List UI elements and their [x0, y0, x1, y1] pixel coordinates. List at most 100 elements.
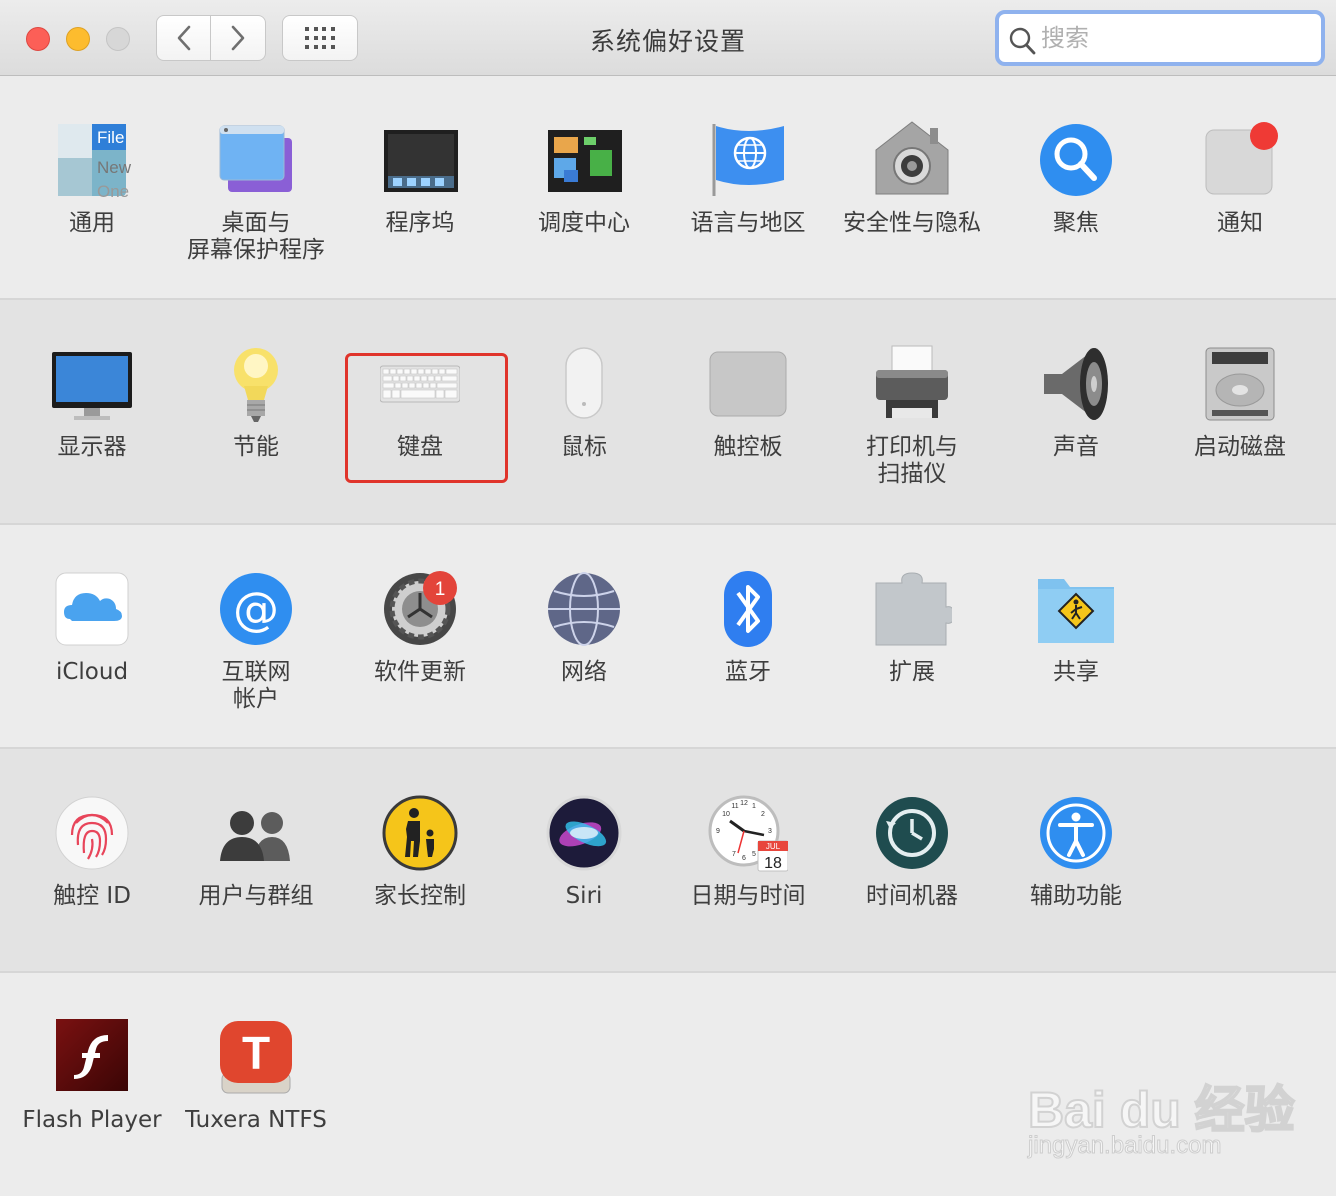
preferences-row-internet: iCloud @ 互联网 帐户 1 软件更新 网络 蓝牙 扩展 共享	[0, 525, 1336, 749]
pane-label: 安全性与隐私	[843, 210, 981, 236]
pane-label: 显示器	[57, 434, 127, 460]
pane-network[interactable]: 网络	[502, 525, 666, 747]
sound-icon	[1044, 348, 1108, 420]
startup-disk-icon	[1205, 347, 1275, 421]
time-machine-icon	[876, 797, 948, 869]
energy-saver-icon	[234, 348, 278, 422]
pane-label: 时间机器	[866, 883, 958, 909]
pane-label: 鼠标	[561, 434, 607, 460]
pane-bluetooth[interactable]: 蓝牙	[666, 525, 830, 747]
svg-text:6: 6	[742, 855, 746, 862]
pane-label: Siri	[565, 883, 603, 909]
pane-energy-saver[interactable]: 节能	[174, 300, 338, 523]
svg-text:9: 9	[716, 828, 720, 835]
pane-sound[interactable]: 声音	[994, 300, 1158, 523]
general-icon: File New One	[58, 124, 132, 200]
pane-icloud[interactable]: iCloud	[10, 525, 174, 747]
preferences-row-other: Flash Player T Tuxera NTFS	[0, 973, 1336, 1196]
pane-desktop-screensaver[interactable]: 桌面与 屏幕保护程序	[174, 76, 338, 298]
users-groups-icon	[220, 811, 290, 861]
pane-label: 语言与地区	[690, 210, 806, 236]
svg-text:11: 11	[731, 803, 738, 810]
pane-mission-control[interactable]: 调度中心	[502, 76, 666, 298]
pane-label: 启动磁盘	[1194, 434, 1286, 460]
accessibility-icon	[1040, 797, 1112, 869]
svg-text:2: 2	[761, 811, 765, 818]
mission-control-icon	[548, 130, 622, 192]
svg-text:File: File	[97, 128, 124, 147]
preferences-row-hardware: 显示器 节能 键盘 鼠标 触控板 打印机与 扫描仪 声音 启动磁盘	[0, 300, 1336, 525]
pane-printers-scanners[interactable]: 打印机与 扫描仪	[830, 300, 994, 523]
siri-icon	[546, 795, 622, 871]
pane-security-privacy[interactable]: 安全性与隐私	[830, 76, 994, 298]
pane-dock[interactable]: 程序坞	[338, 76, 502, 298]
pane-notifications[interactable]: 通知	[1158, 76, 1322, 298]
svg-text:1: 1	[752, 803, 756, 810]
pane-displays[interactable]: 显示器	[10, 300, 174, 523]
dock-icon	[384, 130, 458, 192]
pane-time-machine[interactable]: 时间机器	[830, 749, 994, 971]
flash-player-icon	[56, 1019, 128, 1091]
network-icon	[548, 572, 620, 646]
pane-tuxera-ntfs[interactable]: T Tuxera NTFS	[174, 973, 338, 1196]
spotlight-icon	[1040, 124, 1112, 196]
pane-software-update[interactable]: 1 软件更新	[338, 525, 502, 747]
notifications-icon	[1205, 122, 1278, 195]
pane-label: 家长控制	[374, 883, 466, 909]
pane-extensions[interactable]: 扩展	[830, 525, 994, 747]
pane-language-region[interactable]: 语言与地区	[666, 76, 830, 298]
pane-users-groups[interactable]: 用户与群组	[174, 749, 338, 971]
tuxera-ntfs-icon: T	[220, 1021, 292, 1094]
pane-flash-player[interactable]: Flash Player	[10, 973, 174, 1196]
parental-controls-icon	[382, 795, 458, 871]
pane-label: 软件更新	[374, 659, 466, 685]
svg-text:One: One	[97, 182, 129, 200]
pane-label: 声音	[1053, 434, 1099, 460]
pane-label: 扩展	[889, 659, 935, 685]
pane-internet-accounts[interactable]: @ 互联网 帐户	[174, 525, 338, 747]
internet-accounts-icon: @	[220, 573, 292, 645]
search-icon	[1009, 27, 1036, 55]
svg-text:7: 7	[732, 851, 736, 858]
pane-general[interactable]: File New One 通用	[10, 76, 174, 298]
pane-parental-controls[interactable]: 家长控制	[338, 749, 502, 971]
svg-text:3: 3	[768, 828, 772, 835]
icloud-icon	[55, 572, 129, 646]
trackpad-icon	[709, 351, 787, 417]
displays-icon	[52, 352, 132, 420]
pane-siri[interactable]: Siri	[502, 749, 666, 971]
extensions-icon	[875, 572, 952, 646]
svg-text:New: New	[97, 158, 132, 177]
pane-trackpad[interactable]: 触控板	[666, 300, 830, 523]
svg-text:1: 1	[435, 579, 446, 600]
language-region-icon	[712, 124, 784, 196]
sharing-icon	[1038, 579, 1114, 643]
pane-mouse[interactable]: 鼠标	[502, 300, 666, 523]
pane-label: 节能	[233, 434, 279, 460]
date-time-icon: 11 12 1 10 2 9 3 7 6 5 JUL 18	[708, 795, 788, 872]
pane-startup-disk[interactable]: 启动磁盘	[1158, 300, 1322, 523]
update-badge: 1	[423, 571, 457, 605]
svg-text:@: @	[233, 582, 279, 636]
pane-date-time[interactable]: 11 12 1 10 2 9 3 7 6 5 JUL 18 日期与时间	[666, 749, 830, 971]
printers-scanners-icon	[876, 345, 948, 418]
search-input[interactable]	[1039, 20, 1313, 56]
pane-label: 通用	[69, 210, 115, 236]
search-field[interactable]	[995, 10, 1325, 66]
pane-keyboard[interactable]: 键盘	[338, 300, 502, 523]
svg-text:JUL: JUL	[766, 842, 781, 851]
svg-text:5: 5	[752, 851, 756, 858]
pane-label: 通知	[1217, 210, 1263, 236]
pane-label: iCloud	[55, 659, 129, 685]
pane-label: 触控 ID	[53, 883, 131, 909]
pane-touch-id[interactable]: 触控 ID	[10, 749, 174, 971]
pane-sharing[interactable]: 共享	[994, 525, 1158, 747]
touch-id-icon	[55, 796, 129, 870]
pane-spotlight[interactable]: 聚焦	[994, 76, 1158, 298]
preferences-row-personal: File New One 通用 桌面与 屏幕保护程序 程序坞 调度中心 语言与地…	[0, 76, 1336, 300]
pane-accessibility[interactable]: 辅助功能	[994, 749, 1158, 971]
keyboard-icon	[380, 365, 460, 403]
pane-label: 用户与群组	[198, 883, 314, 909]
pane-label: Tuxera NTFS	[185, 1107, 327, 1133]
pane-label: 程序坞	[385, 210, 455, 236]
